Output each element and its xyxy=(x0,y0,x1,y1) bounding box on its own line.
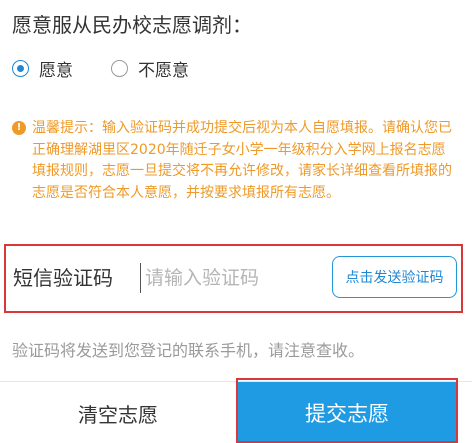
radio-checked-icon[interactable] xyxy=(12,59,29,77)
sms-code-label: 短信验证码 xyxy=(13,266,113,290)
clear-volunteer-button[interactable]: 清空志愿 xyxy=(0,382,236,443)
sms-code-row: 短信验证码 点击发送验证码 xyxy=(4,244,463,313)
sms-code-input[interactable] xyxy=(140,263,325,293)
radio-label-willing: 愿意 xyxy=(39,60,73,81)
adjustment-radio-group: 愿意 不愿意 xyxy=(12,55,227,81)
submit-volunteer-button[interactable]: 提交志愿 xyxy=(236,382,458,443)
notice-text: 温馨提示：输入验证码并成功提交后视为本人自愿填报。请确认您已正确理解湖里区202… xyxy=(32,120,452,201)
sms-hint-text: 验证码将发送到您登记的联系手机，请注意查收。 xyxy=(12,341,365,360)
radio-option-willing[interactable]: 愿意 xyxy=(12,56,73,81)
radio-unchecked-icon[interactable] xyxy=(111,59,128,77)
warm-notice: ! 温馨提示：输入验证码并成功提交后视为本人自愿填报。请确认您已正确理解湖里区2… xyxy=(12,118,456,204)
send-code-button[interactable]: 点击发送验证码 xyxy=(332,256,457,298)
adjustment-question: 愿意服从民办校志愿调剂： xyxy=(12,13,252,37)
volunteer-submit-page: 愿意服从民办校志愿调剂： 愿意 不愿意 ! 温馨提示：输入验证码并成功提交后视为… xyxy=(0,0,472,443)
info-icon: ! xyxy=(12,121,26,135)
radio-label-unwilling: 不愿意 xyxy=(138,60,189,81)
bottom-action-bar: 清空志愿 提交志愿 xyxy=(0,381,472,443)
radio-option-unwilling[interactable]: 不愿意 xyxy=(111,56,189,81)
